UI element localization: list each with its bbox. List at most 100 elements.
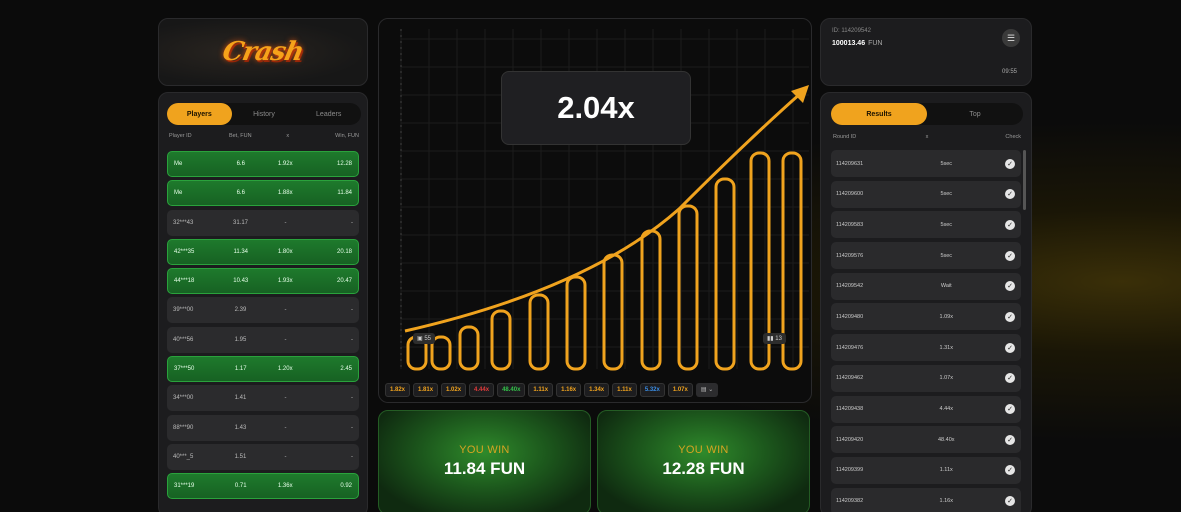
current-multiplier: 2.04x <box>501 71 691 145</box>
player-row: 42***35 11.34 1.80x 20.18 <box>167 238 359 265</box>
round-result: 1.09x <box>939 313 953 320</box>
tab-results[interactable]: Results <box>831 103 927 125</box>
check-icon[interactable]: ✓ <box>1005 342 1015 353</box>
player-bet: 2.39 <box>234 307 247 314</box>
player-row: 39***00 2.39 - - <box>167 297 359 324</box>
check-icon[interactable]: ✓ <box>1005 219 1015 230</box>
check-icon[interactable]: ✓ <box>1005 189 1015 200</box>
graph-bar <box>602 253 624 371</box>
logo-text: Crash <box>219 37 307 67</box>
result-row: 114209382 1.16x ✓ <box>831 487 1021 512</box>
result-row: 114209583 5sec ✓ <box>831 211 1021 239</box>
win-panel-2: YOU WIN 12.28 FUN <box>597 410 810 512</box>
check-icon[interactable]: ✓ <box>1005 404 1015 414</box>
col-player-id: Player ID <box>169 133 192 139</box>
players-count: 55 <box>424 336 432 342</box>
win-label: YOU WIN <box>459 444 510 456</box>
graph-bar <box>490 309 512 371</box>
player-win: 12.28 <box>336 161 352 167</box>
history-badge: 1.02x <box>441 383 467 397</box>
round-id: 114209382 <box>836 498 864 505</box>
check-icon[interactable]: ✓ <box>1005 250 1015 261</box>
tab-players[interactable]: Players <box>167 103 232 125</box>
balance-currency: FUN <box>868 40 883 47</box>
round-id: 114209631 <box>836 160 864 167</box>
player-id: 39***00 <box>173 307 194 314</box>
history-badge: 4.44x <box>469 383 495 397</box>
check-icon[interactable]: ✓ <box>1005 496 1015 507</box>
round-result: 5sec <box>940 252 953 259</box>
player-win: - <box>351 336 353 343</box>
player-bet: 6.6 <box>236 161 245 167</box>
round-id: 114209438 <box>836 406 864 412</box>
player-row: Me 6.6 1.88x 11.84 <box>167 180 359 207</box>
round-result: 5sec <box>940 160 953 167</box>
tab-leaders[interactable]: Leaders <box>296 103 361 125</box>
player-win: - <box>351 395 353 402</box>
check-icon[interactable]: ✓ <box>1005 158 1015 169</box>
result-row: 114209600 5sec ✓ <box>831 180 1021 208</box>
player-id: 34***00 <box>173 395 194 402</box>
result-row: 114209631 5sec ✓ <box>831 150 1021 177</box>
player-bet: 31.17 <box>232 219 248 226</box>
check-icon[interactable]: ✓ <box>1005 465 1015 476</box>
result-row: 114209462 1.07x ✓ <box>831 364 1021 392</box>
win-amount: 12.28 FUN <box>662 459 745 478</box>
col-bet: Bet, FUN <box>228 133 252 139</box>
graph-bar <box>640 229 662 371</box>
round-result: 1.31x <box>939 344 953 351</box>
round-id: 114209583 <box>836 221 864 228</box>
col-round-id: Round ID <box>833 134 857 140</box>
result-row: 114209420 48.40x ✓ <box>831 426 1021 454</box>
players-list: Me 6.6 1.92x 12.28 Me 6.6 1.88x 11.84 32***43 31.… <box>167 151 359 503</box>
history-badge: 1.82x <box>385 383 411 397</box>
history-badge: 1.81x <box>413 383 439 397</box>
col-win: Win, FUN <box>335 133 359 139</box>
results-panel: Results Top Round ID x Check 114209631 5s… <box>820 92 1032 512</box>
results-scrollbar[interactable] <box>1023 150 1026 210</box>
player-win: 0.92 <box>340 483 352 490</box>
history-badge: 5.32x <box>639 383 665 397</box>
tab-top[interactable]: Top <box>927 103 1023 125</box>
balance: 100013.46 FUN <box>832 40 882 47</box>
players-panel: Players History Leaders Player ID Bet, F… <box>158 92 368 512</box>
player-x: - <box>284 336 287 343</box>
menu-icon[interactable]: ☰ <box>1002 29 1020 47</box>
round-id: 114209462 <box>836 375 864 382</box>
player-row: 40***56 1.95 - - <box>167 326 359 353</box>
signal-count: 13 <box>775 336 782 342</box>
player-id: Me <box>174 161 183 167</box>
player-id: 32***43 <box>173 219 194 226</box>
player-x: - <box>284 453 287 460</box>
player-win: - <box>351 219 353 226</box>
player-win: 2.45 <box>340 366 352 373</box>
player-x: - <box>284 395 287 402</box>
player-win: - <box>351 307 353 314</box>
crash-graph: 2.04x ▣ 55 ▮▮ 13 1.82x 1.81x 1.02x 4.44x 48.… <box>378 18 812 403</box>
check-icon[interactable]: ✓ <box>1005 373 1015 384</box>
player-win: 20.47 <box>336 278 352 285</box>
tab-history[interactable]: History <box>232 103 297 125</box>
player-x: 1.36x <box>277 483 293 490</box>
check-icon[interactable]: ✓ <box>1005 434 1015 445</box>
check-icon[interactable]: ✓ <box>1005 311 1015 322</box>
check-icon[interactable]: ✓ <box>1005 281 1015 292</box>
player-x: 1.88x <box>277 190 293 197</box>
history-badge: 1.11x <box>528 383 554 397</box>
player-row: Me 6.6 1.92x 12.28 <box>167 151 359 177</box>
round-result: 48.40x <box>937 436 955 443</box>
player-row: 34***00 1.41 - - <box>167 385 359 412</box>
round-result: 5sec <box>940 191 953 198</box>
history-bar: 1.82x 1.81x 1.02x 4.44x 48.40x 1.11x 1.16x 1.34… <box>385 383 719 397</box>
player-x: 1.20x <box>277 366 293 373</box>
player-x: 1.93x <box>277 278 293 285</box>
player-id: 37***50 <box>174 366 195 373</box>
player-id: 88***90 <box>173 424 194 431</box>
round-result: 1.16x <box>939 498 953 505</box>
round-result: 1.07x <box>939 375 953 382</box>
col-result: x <box>925 134 929 140</box>
result-row: 114209476 1.31x ✓ <box>831 334 1021 362</box>
history-expand-button[interactable]: ▤ ⌄ <box>695 383 719 397</box>
round-id: 114209476 <box>836 344 864 351</box>
player-row: 32***43 31.17 - - <box>167 209 359 236</box>
